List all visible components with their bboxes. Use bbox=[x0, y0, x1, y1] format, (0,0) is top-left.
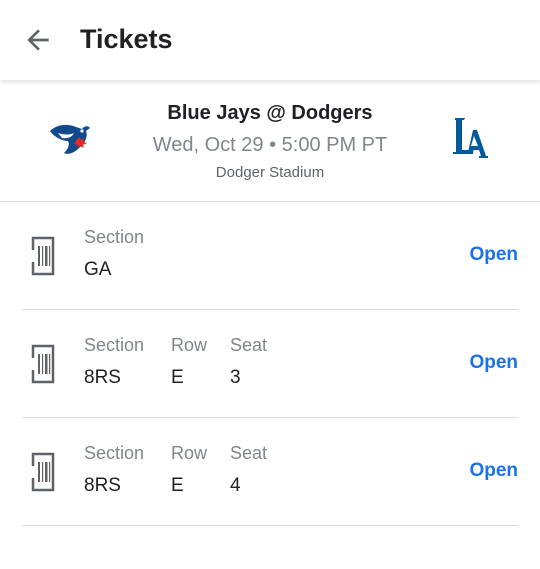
seat-field: Seat 3 bbox=[230, 335, 267, 389]
section-label: Section bbox=[84, 443, 145, 463]
ticket-barcode-icon bbox=[29, 236, 55, 276]
row-value: E bbox=[171, 367, 184, 388]
section-field: Section 8RS bbox=[84, 443, 144, 497]
row-field: Row E bbox=[171, 443, 207, 497]
seat-label: Seat bbox=[230, 335, 268, 355]
seat-value: 3 bbox=[230, 367, 241, 388]
row-field: Row E bbox=[171, 335, 207, 389]
dodgers-la-logo bbox=[453, 118, 488, 158]
section-label: Section bbox=[84, 227, 145, 247]
row-label: Row bbox=[171, 335, 208, 355]
section-value: 8RS bbox=[84, 475, 121, 496]
open-ticket-button[interactable]: Open bbox=[469, 460, 518, 482]
section-field: Section 8RS bbox=[84, 335, 144, 389]
ticket-barcode-icon bbox=[29, 344, 55, 384]
ticket-barcode-icon bbox=[29, 452, 55, 492]
seat-label: Seat bbox=[230, 443, 268, 463]
row-label: Row bbox=[171, 443, 208, 463]
row-value: E bbox=[171, 475, 184, 496]
ticket-row[interactable]: Section GA Open bbox=[22, 202, 518, 310]
ticket-row[interactable]: Section 8RS Row E Seat 4 Open bbox=[22, 418, 518, 526]
open-ticket-button[interactable]: Open bbox=[469, 352, 518, 374]
app-bar: Tickets bbox=[0, 0, 540, 80]
page-title: Tickets bbox=[80, 24, 173, 54]
arrow-back-icon bbox=[27, 29, 49, 51]
back-button[interactable] bbox=[22, 24, 54, 56]
section-value: GA bbox=[84, 259, 112, 280]
event-venue: Dodger Stadium bbox=[215, 164, 325, 181]
section-label: Section bbox=[84, 335, 145, 355]
seat-field: Seat 4 bbox=[230, 443, 267, 497]
event-header: Blue Jays @ Dodgers Wed, Oct 29 • 5:00 P… bbox=[0, 80, 540, 202]
open-ticket-button[interactable]: Open bbox=[469, 244, 518, 266]
section-field: Section GA bbox=[84, 227, 144, 281]
ticket-row[interactable]: Section 8RS Row E Seat 3 Open bbox=[22, 310, 518, 418]
seat-value: 4 bbox=[230, 475, 241, 496]
section-value: 8RS bbox=[84, 367, 121, 388]
